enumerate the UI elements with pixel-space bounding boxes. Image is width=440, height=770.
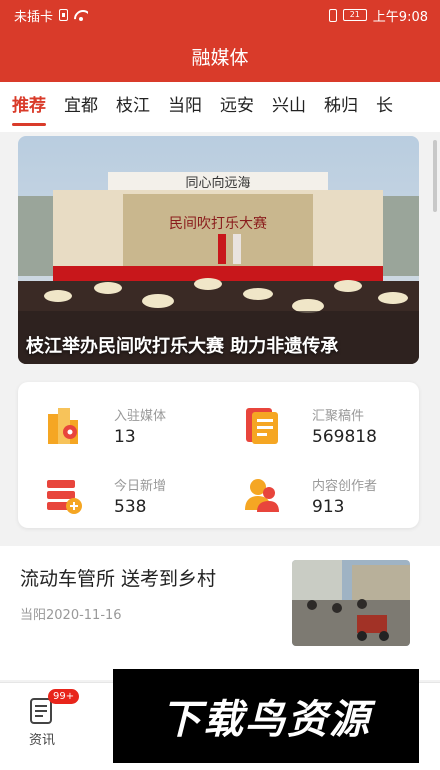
vibrate-icon [328,8,337,22]
stat-creators[interactable]: 内容创作者 913 [242,468,422,524]
region-tabs: 推荐 宜都 枝江 当阳 远安 兴山 秭归 长 [0,82,440,132]
nav-news[interactable]: 99+ 资讯 [12,689,80,748]
banner-caption: 枝江举办民间吹打乐大赛 助力非遗传承 [26,336,339,357]
scrollbar[interactable] [433,140,437,212]
stat-articles[interactable]: 汇聚稿件 569818 [242,398,422,454]
document-list-icon [242,406,282,446]
stage-top-sign: 同心向远海 [185,175,250,191]
nav-label: 资讯 [28,733,55,748]
carrier-text: 未插卡 [14,9,54,25]
stat-value: 913 [312,497,345,517]
server-add-icon [44,476,84,516]
tab-dangyang[interactable]: 当阳 [159,82,211,132]
app-header: 融媒体 [0,30,440,82]
tab-yuanan[interactable]: 远安 [211,82,263,132]
unread-badge: 99+ [48,689,80,704]
status-right: 21 上午9:08 [328,6,428,25]
tab-zhijiang[interactable]: 枝江 [107,82,159,132]
tab-xingshan[interactable]: 兴山 [263,82,315,132]
news-list: 流动车管所 送考到乡村 当阳2020-11-16 [0,546,440,680]
stat-label: 汇聚稿件 [312,409,365,424]
stat-today[interactable]: 今日新增 538 [44,468,224,524]
building-location-icon [44,406,84,446]
stat-label: 入驻媒体 [114,409,167,424]
banner-photo: 同心向远海 民间吹打乐大赛 [18,136,419,364]
stat-value: 538 [114,497,147,517]
status-left: 未插卡 [14,6,88,25]
stats-card: 入驻媒体 13 汇聚稿件 569818 今日新增 538 内容创作者 913 [18,382,419,528]
tab-zigui[interactable]: 秭归 [315,82,367,132]
stat-media[interactable]: 入驻媒体 13 [44,398,224,454]
tab-yidu[interactable]: 宜都 [55,82,107,132]
watermark: 下载鸟资源 [113,669,419,763]
stat-label: 内容创作者 [312,479,378,494]
users-icon [242,476,282,516]
headline-banner[interactable]: 同心向远海 民间吹打乐大赛 枝江举办民间吹打乐大赛 助力非遗传承 [18,136,419,364]
stage-title: 民间吹打乐大赛 [169,215,267,232]
tab-recommend[interactable]: 推荐 [0,82,55,132]
sim-icon [59,9,69,21]
wifi-icon [74,10,88,21]
news-meta: 当阳2020-11-16 [20,608,122,623]
news-thumbnail [292,560,410,646]
news-title: 流动车管所 送考到乡村 [20,568,217,590]
stat-value: 569818 [312,427,377,447]
stat-value: 13 [114,427,136,447]
clock: 上午9:08 [372,9,428,25]
tab-chang[interactable]: 长 [367,82,402,132]
battery-icon: 21 [342,9,367,21]
page-title: 融媒体 [191,46,249,69]
status-bar: 未插卡 21 上午9:08 [0,0,440,30]
stat-label: 今日新增 [114,479,167,494]
battery-level: 21 [349,10,360,19]
